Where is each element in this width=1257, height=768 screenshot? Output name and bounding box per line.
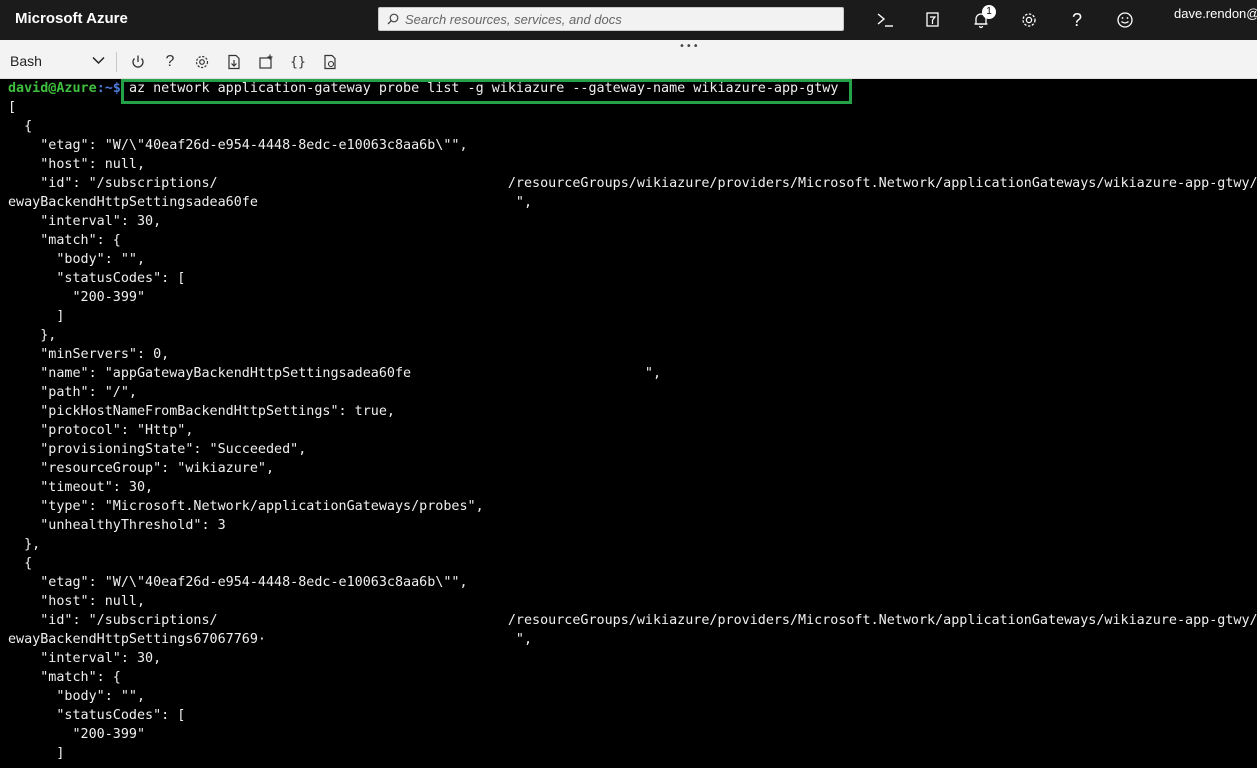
resize-grip[interactable]: ••• [679,41,700,52]
terminal-output-line: }, [8,537,41,552]
directory-filter-icon[interactable] [919,8,947,32]
terminal-output-line: "timeout": 30, [8,480,154,495]
shell-type-value: Bash [10,53,42,69]
global-search[interactable] [378,7,844,31]
command-highlight [121,79,852,104]
terminal-output-line: "200-399" [8,290,146,305]
prompt-user: david@Azure [8,81,97,96]
cloud-shell-toolbar: ••• Bash ? {} [0,40,1257,79]
terminal-output-line: ewayBackendHttpSettingsadea60fe ", [8,195,533,210]
terminal-output-line: "host": null, [8,157,146,172]
upload-download-icon[interactable] [224,52,244,72]
terminal-output-line: }, [8,328,57,343]
terminal-output-line: "host": null, [8,594,146,609]
gear-icon[interactable] [192,52,212,72]
feedback-smiley-icon[interactable] [1111,8,1139,32]
terminal-output-line: "200-399" [8,727,146,742]
search-input[interactable] [405,9,835,29]
account-name[interactable]: dave.rendon@ [1174,6,1257,21]
cloud-shell-icon[interactable] [871,8,899,32]
terminal[interactable]: david@Azure:~$ az network application-ga… [0,79,1257,768]
terminal-output-line: "minServers": 0, [8,347,170,362]
toolbar-divider [116,52,117,72]
terminal-output-line: ewayBackendHttpSettings67067769· ", [8,632,533,647]
azure-brand[interactable]: Microsoft Azure [15,10,128,27]
prompt-path: :~$ [96,81,121,96]
gear-icon[interactable] [1015,8,1043,32]
terminal-output-line: "match": { [8,670,121,685]
terminal-output-line: "statusCodes": [ [8,708,186,723]
chevron-down-icon [92,56,105,65]
terminal-output-line: "path": "/", [8,385,137,400]
help-icon[interactable]: ? [160,52,180,72]
terminal-output-line: "body": "", [8,689,146,704]
notifications-button[interactable]: 1 [967,5,996,32]
terminal-output-line: ] [8,746,65,761]
terminal-output-line: "id": "/subscriptions/ /resourceGroups/w… [8,176,1257,191]
search-icon [387,13,399,25]
terminal-output-line: "etag": "W/\"40eaf26d-e954-4448-8edc-e10… [8,138,468,153]
web-preview-icon[interactable] [320,52,340,72]
terminal-output-line: "unhealthyThreshold": 3 [8,518,226,533]
power-icon[interactable] [128,52,148,72]
shell-type-select[interactable]: Bash [10,53,106,71]
terminal-output-line: "protocol": "Http", [8,423,194,438]
terminal-output-line: { [8,556,33,571]
notification-badge: 1 [982,5,996,19]
terminal-output-line: "resourceGroup": "wikiazure", [8,461,275,476]
terminal-output-line: "pickHostNameFromBackendHttpSettings": t… [8,404,395,419]
terminal-output-line: "etag": "W/\"40eaf26d-e954-4448-8edc-e10… [8,575,468,590]
terminal-output-line: "match": { [8,233,121,248]
terminal-output-line: "statusCodes": [ [8,271,186,286]
terminal-output-line: ] [8,309,65,324]
terminal-output-line: "name": "appGatewayBackendHttpSettingsad… [8,366,662,381]
terminal-output-line: "type": "Microsoft.Network/applicationGa… [8,499,484,514]
terminal-output-line: "provisioningState": "Succeeded", [8,442,307,457]
azure-top-bar: Microsoft Azure 1 ? [0,0,1257,40]
terminal-output-line: "interval": 30, [8,214,162,229]
terminal-output-line: "id": "/subscriptions/ /resourceGroups/w… [8,613,1257,628]
terminal-output-line: { [8,119,33,134]
terminal-output-line: "interval": 30, [8,651,162,666]
new-session-icon[interactable] [256,52,276,72]
terminal-output-line: [ [8,100,17,115]
help-icon[interactable]: ? [1063,8,1091,32]
terminal-output-line: "body": "", [8,252,146,267]
editor-braces-icon[interactable]: {} [288,52,308,72]
